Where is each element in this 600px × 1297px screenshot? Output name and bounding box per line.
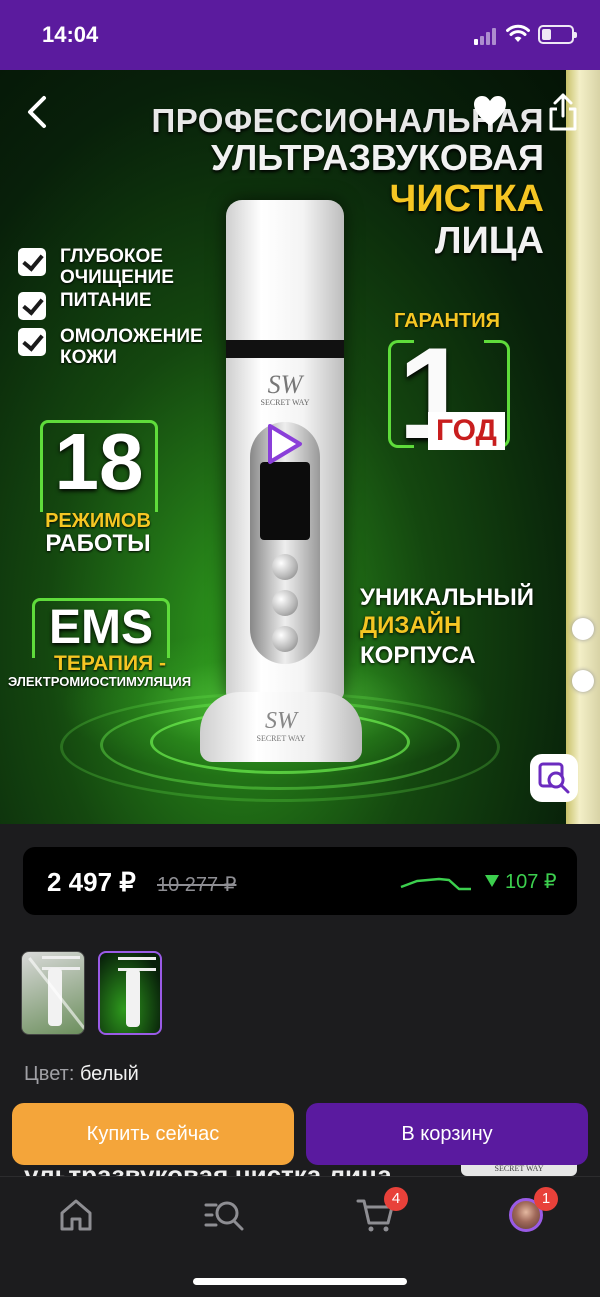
hero-title-line2: УЛЬТРАЗВУКОВАЯ <box>211 137 544 178</box>
feature-label: ОМОЛОЖЕНИЕ КОЖИ <box>60 326 203 368</box>
home-indicator <box>193 1278 407 1285</box>
hero-title-line4: ЛИЦА <box>434 220 544 262</box>
catalog-search-icon[interactable] <box>204 1195 244 1235</box>
ems-therapy-label: ТЕРАПИЯ - <box>54 652 166 675</box>
ems-sub: ЭЛЕКТРОМИОСТИМУЛЯЦИЯ <box>8 674 192 689</box>
feature-item: ПИТАНИЕ <box>18 290 220 320</box>
back-arrow-icon[interactable] <box>22 94 52 130</box>
share-icon[interactable] <box>546 92 580 132</box>
image-thumbnail[interactable] <box>21 951 85 1035</box>
base-logo: SW <box>265 708 297 734</box>
guarantee-unit: ГОД <box>428 412 505 450</box>
price-card[interactable]: 2 497 ₽ 10 277 ₽ 107 ₽ <box>23 847 577 915</box>
device-brand: SECRET WAY <box>260 398 310 407</box>
checkbox-icon <box>18 328 46 356</box>
feature-item: ГЛУБОКОЕ ОЧИЩЕНИЕ <box>18 246 220 288</box>
heart-icon[interactable] <box>472 94 508 128</box>
image-search-icon <box>538 762 570 794</box>
hero-title-line3: ЧИСТКА <box>389 178 544 220</box>
price-drop: 107 ₽ <box>505 871 557 893</box>
color-value: белый <box>79 1063 139 1085</box>
modes-sub: РАБОТЫ <box>45 530 151 557</box>
ems-label: EMS <box>48 601 153 654</box>
visual-search-button[interactable] <box>530 754 578 802</box>
base-brand: SECRET WAY <box>256 734 306 743</box>
profile-tab[interactable]: 1 <box>506 1187 558 1235</box>
checkbox-icon <box>18 248 46 276</box>
design-line2: ДИЗАЙН <box>360 612 462 639</box>
product-screen: 14:04 ПРОФЕССИОНАЛЬНАЯ УЛЬТРАЗВУКОВАЯ ЧИ… <box>0 0 600 1297</box>
modes-count: 18 <box>54 417 144 506</box>
device-logo: SW <box>267 370 303 399</box>
color-label: Цвет: <box>24 1063 75 1085</box>
design-line1: УНИКАЛЬНЫЙ <box>360 584 534 611</box>
cart-tab[interactable]: 4 <box>356 1187 408 1235</box>
status-bar: 14:04 <box>0 0 600 70</box>
color-option[interactable]: Цвет: белый <box>24 1063 139 1086</box>
feature-item: ОМОЛОЖЕНИЕ КОЖИ <box>18 326 220 368</box>
image-thumbnail-selected[interactable] <box>98 951 162 1035</box>
status-time: 14:04 <box>42 22 99 47</box>
home-icon[interactable] <box>56 1195 96 1235</box>
signal-icon <box>474 27 500 45</box>
cart-badge: 4 <box>384 1187 408 1211</box>
old-price: 10 277 ₽ <box>157 874 237 896</box>
buy-now-button[interactable]: Купить сейчас <box>12 1103 294 1165</box>
checkbox-icon <box>18 292 46 320</box>
wifi-icon <box>506 24 530 42</box>
next-image-peek[interactable] <box>566 70 600 824</box>
current-price: 2 497 ₽ <box>47 867 136 897</box>
device-base: SW SECRET WAY <box>200 692 362 762</box>
battery-icon <box>538 25 577 44</box>
product-image-carousel[interactable]: ПРОФЕССИОНАЛЬНАЯ УЛЬТРАЗВУКОВАЯ ЧИСТКА Л… <box>0 70 600 824</box>
price-history-sparkline <box>400 877 471 891</box>
feature-label: ПИТАНИЕ <box>60 290 152 311</box>
profile-badge: 1 <box>534 1187 558 1211</box>
feature-label: ГЛУБОКОЕ ОЧИЩЕНИЕ <box>60 246 174 288</box>
add-to-cart-button[interactable]: В корзину <box>306 1103 588 1165</box>
price-drop-arrow-icon <box>485 875 499 887</box>
design-line3: КОРПУСА <box>360 642 476 669</box>
play-video-icon[interactable] <box>262 422 306 466</box>
